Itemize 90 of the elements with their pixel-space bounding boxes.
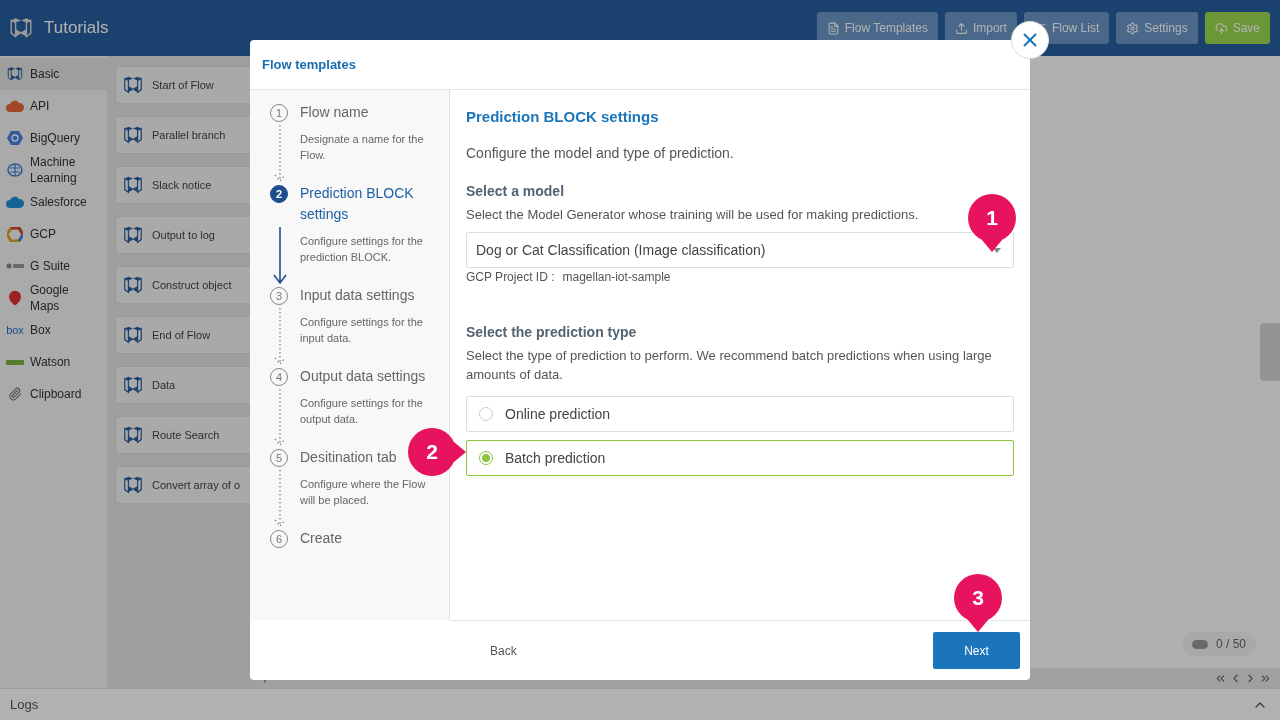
logs-label: Logs — [10, 697, 39, 712]
cubes-icon — [122, 324, 144, 346]
section-heading: Prediction BLOCK settings — [466, 108, 660, 125]
settings-icon — [1126, 21, 1140, 35]
upload-icon — [954, 21, 968, 35]
block-item[interactable]: Slack notice — [115, 166, 250, 204]
sidebar-label: API — [30, 98, 50, 114]
cubes-icon — [122, 124, 144, 146]
step-title: Input data settings — [300, 286, 415, 305]
hexagon-icon — [7, 226, 23, 242]
document-icon — [826, 21, 840, 35]
step-description: Configure settings for the prediction BLOCK. — [300, 234, 424, 265]
sidebar-item[interactable]: Clipboard — [0, 378, 107, 410]
step-title: Create — [300, 529, 343, 548]
project-label: GCP Project ID : — [466, 270, 555, 284]
block-item[interactable]: Data — [115, 366, 250, 404]
step-title: Output data settings — [300, 367, 426, 386]
sidebar-label: Salesforce — [30, 194, 87, 210]
sidebar-label: Google Maps — [30, 282, 70, 314]
toggle-icon — [1191, 639, 1208, 649]
step-description: Configure where the Flow will be placed. — [300, 477, 427, 508]
step-description: Configure settings for the input data. — [300, 315, 424, 346]
paperclip-icon — [8, 387, 22, 401]
cloud-icon — [6, 196, 24, 208]
step-title: Prediction BLOCK settings — [300, 184, 415, 224]
field-hint: Select the Model Generator whose training will be used for making predictions. — [466, 206, 919, 224]
map-pin-icon — [7, 290, 23, 306]
step-number: 2 — [270, 185, 288, 203]
cloud-upload-icon — [1214, 21, 1228, 35]
step-title: Flow name — [300, 103, 369, 122]
step-title: Desitination tab — [300, 448, 397, 467]
sidebar-item[interactable]: Salesforce — [0, 186, 107, 218]
caret-icon — [993, 247, 1001, 253]
cubes-icon — [122, 224, 144, 246]
block-item[interactable]: Construct object — [115, 266, 250, 304]
panel-handle[interactable] — [1260, 323, 1280, 381]
cubes-icon — [6, 65, 24, 83]
step-arrow-icon — [272, 225, 288, 285]
field-hint: Select the type of prediction to perform. We recommend batch predictions when using large amounts of data. — [466, 347, 993, 384]
sidebar-label: G Suite — [30, 258, 71, 274]
sidebar-label: Clipboard — [30, 386, 82, 402]
option-label: Online prediction — [505, 406, 611, 422]
cubes-icon — [122, 274, 144, 296]
radio-option[interactable]: Batch prediction — [466, 440, 1014, 476]
block-item[interactable]: Output to log — [115, 216, 250, 254]
app-title: Tutorials — [44, 18, 110, 38]
block-item[interactable]: Parallel branch — [115, 116, 250, 154]
logo-icon — [6, 263, 24, 269]
dialog-title: Flow templates — [262, 57, 356, 72]
sidebar-label: GCP — [30, 226, 56, 242]
sidebar-item[interactable]: G Suite — [0, 250, 107, 282]
cloud-icon — [6, 100, 24, 112]
block-item[interactable]: Route Search — [115, 416, 250, 454]
step-description: Designate a name for the Flow. — [300, 132, 425, 163]
cubes-icon — [122, 174, 144, 196]
cubes-icon — [122, 424, 144, 446]
sidebar-item[interactable]: box Box — [0, 314, 107, 346]
logo-icon — [6, 359, 24, 365]
sidebar-item[interactable]: Google Maps — [0, 282, 107, 314]
sidebar-item[interactable]: GCP — [0, 218, 107, 250]
sidebar-item[interactable]: Machine Learning — [0, 154, 107, 186]
sidebar-label: Box — [30, 322, 51, 338]
cubes-icon — [122, 374, 144, 396]
model-select[interactable]: Dog or Cat Classification (Image classification) — [466, 232, 1014, 268]
field-label: Select the prediction type — [466, 324, 638, 340]
cubes-icon — [122, 74, 144, 96]
step-description: Configure settings for the output data. — [300, 396, 424, 427]
sidebar-label: BigQuery — [30, 130, 81, 146]
sidebar-item[interactable]: BigQuery — [0, 122, 107, 154]
hexagon-icon — [7, 130, 23, 146]
project-value: magellan-iot-sample — [562, 270, 671, 284]
option-label: Batch prediction — [505, 450, 606, 466]
cubes-icon — [122, 474, 144, 496]
block-item[interactable]: Start of Flow — [115, 66, 250, 104]
sidebar-item[interactable]: Watson — [0, 346, 107, 378]
section-intro: Configure the model and type of prediction. — [466, 145, 735, 161]
logo-label: box — [6, 323, 24, 338]
sidebar-label: Machine Learning — [30, 154, 78, 186]
sidebar-label: Basic — [30, 66, 60, 82]
sidebar-item[interactable]: Basic — [0, 58, 107, 90]
block-item[interactable]: End of Flow — [115, 316, 250, 354]
next-button[interactable]: Next — [933, 632, 1020, 669]
back-button[interactable]: Back — [474, 637, 533, 664]
sidebar-label: Watson — [30, 354, 71, 370]
counter-text: 0 / 50 — [1215, 637, 1246, 651]
block-item[interactable]: Convert array of o — [115, 466, 250, 504]
radio-option[interactable]: Online prediction — [466, 396, 1014, 432]
sidebar-item[interactable]: API — [0, 90, 107, 122]
field-label: Select a model — [466, 183, 566, 199]
brain-icon — [7, 162, 23, 178]
